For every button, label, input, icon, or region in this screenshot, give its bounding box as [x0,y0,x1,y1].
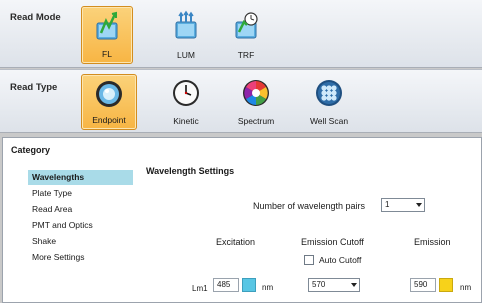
emission-header: Emission [414,237,451,247]
excitation-color-swatch [242,278,256,292]
category-item-plate-type[interactable]: Plate Type [28,186,133,201]
settings-panel: Category Wavelengths Plate Type Read Are… [2,137,482,303]
well-scan-icon [316,80,342,106]
trf-icon [235,12,258,39]
emission-input[interactable]: 590 [410,278,436,292]
read-type-kinetic-label: Kinetic [173,116,199,126]
read-mode-lum-label: LUM [177,50,195,60]
auto-cutoff-checkbox[interactable] [304,255,314,265]
category-item-wavelengths[interactable]: Wavelengths [28,170,133,185]
read-type-well-scan-button[interactable]: Well Scan [300,74,358,130]
emission-color-swatch [439,278,453,292]
category-item-shake[interactable]: Shake [28,234,133,249]
read-mode-trf-label: TRF [237,50,255,60]
read-type-well-scan-label: Well Scan [309,116,349,126]
wavelength-pairs-value: 1 [385,200,390,209]
excitation-unit: nm [262,283,274,292]
spectrum-icon [243,80,269,106]
clock-icon [173,80,199,106]
read-mode-title: Read Mode [10,12,61,23]
emission-cutoff-value: 570 [312,280,326,289]
chevron-down-icon [351,283,357,287]
auto-cutoff-label: Auto Cutoff [319,255,362,265]
read-type-bar: Read Type Endpoint Kinetic Spectrum Well… [0,69,482,133]
chevron-down-icon [416,203,422,207]
fl-icon [96,11,118,40]
category-list: Wavelengths Plate Type Read Area PMT and… [28,170,133,266]
category-title: Category [11,145,51,155]
category-item-more-settings[interactable]: More Settings [28,250,133,265]
wavelength-row-label: Lm1 [192,284,208,293]
read-mode-fl-label: FL [102,49,112,59]
category-item-read-area[interactable]: Read Area [28,202,133,217]
read-type-endpoint-button[interactable]: Endpoint [81,74,137,130]
read-type-kinetic-button[interactable]: Kinetic [160,74,212,130]
category-item-pmt-and-optics[interactable]: PMT and Optics [28,218,133,233]
excitation-header: Excitation [216,237,256,247]
emission-unit: nm [460,283,472,292]
excitation-input[interactable]: 485 [213,278,239,292]
wavelength-pairs-label: Number of wavelength pairs [253,201,366,211]
read-mode-trf-button[interactable]: TRF [220,6,272,64]
emission-cutoff-header: Emission Cutoff [301,237,364,247]
wavelength-pairs-select[interactable]: 1 [381,198,425,212]
lum-icon [175,10,197,39]
read-type-endpoint-label: Endpoint [92,115,126,125]
read-mode-fl-button[interactable]: FL [81,6,133,64]
endpoint-icon [96,81,122,107]
emission-cutoff-select[interactable]: 570 [308,278,360,292]
wavelength-settings-title: Wavelength Settings [146,166,235,176]
read-mode-lum-button[interactable]: LUM [160,6,212,64]
read-type-spectrum-button[interactable]: Spectrum [228,74,284,130]
read-type-title: Read Type [10,82,58,93]
read-mode-bar: Read Mode FL LUM TRF [0,0,482,68]
read-type-spectrum-label: Spectrum [237,116,275,126]
